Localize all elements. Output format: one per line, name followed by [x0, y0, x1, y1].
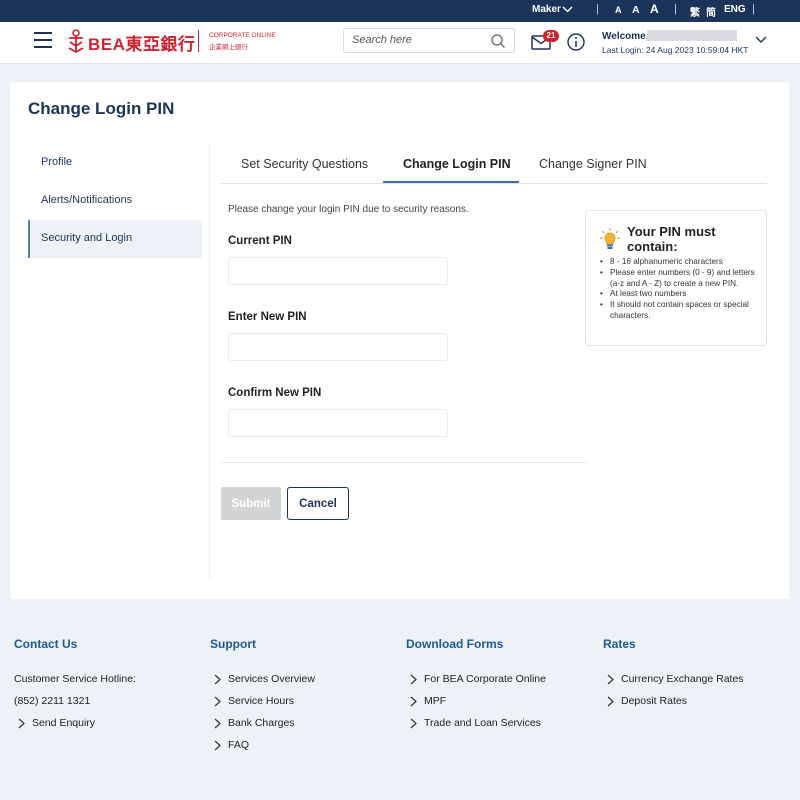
corporate-online-label-zh: 企業網上銀行	[209, 44, 248, 51]
footer-support-title: Support	[210, 637, 256, 651]
welcome-label: Welcome,	[602, 31, 649, 42]
pin-rule-item: 8 - 16 alphanumeric characters	[600, 257, 760, 268]
new-pin-input[interactable]	[229, 334, 447, 360]
confirm-pin-field-wrapper	[228, 409, 448, 437]
divider: |	[596, 3, 599, 15]
footer-rates-title: Rates	[603, 637, 636, 651]
divider: |	[674, 3, 677, 15]
search-box	[343, 28, 515, 53]
tab-change-login-pin[interactable]: Change Login PIN	[403, 157, 511, 171]
chevron-right-icon	[410, 718, 417, 729]
username-redacted	[647, 30, 737, 41]
search-input[interactable]	[352, 34, 487, 46]
mail-count-badge: 21	[543, 30, 559, 42]
new-pin-field-wrapper	[228, 333, 448, 361]
main-content-card: Change Login PIN Profile Alerts/Notifica…	[10, 82, 789, 599]
form-divider	[221, 462, 587, 463]
hotline-number[interactable]: (852) 2211 1321	[14, 695, 90, 707]
hotline-label: Customer Service Hotline:	[14, 673, 136, 685]
search-icon[interactable]	[490, 33, 506, 49]
cancel-button[interactable]: Cancel	[287, 487, 349, 520]
last-login-text: Last Login: 24 Aug 2023 10:59:04 HKT	[602, 45, 749, 55]
role-selector[interactable]: Maker	[532, 4, 561, 15]
chevron-right-icon	[18, 718, 25, 729]
lang-traditional-chinese[interactable]: 繁	[690, 4, 700, 19]
main-header: BEA東亞銀行 CORPORATE ONLINE 企業網上銀行 21 Welco…	[0, 22, 800, 64]
sidebar-item-alerts-notifications[interactable]: Alerts/Notifications	[28, 182, 202, 220]
lang-english[interactable]: ENG	[724, 4, 746, 15]
footer-download-forms-title: Download Forms	[406, 637, 504, 651]
lightbulb-icon	[600, 228, 620, 249]
services-overview-link[interactable]: Services Overview	[214, 673, 315, 685]
chevron-right-icon	[607, 674, 614, 685]
active-tab-indicator	[383, 181, 519, 183]
pin-rule-item: It should not contain spaces or special …	[600, 300, 760, 322]
current-pin-input[interactable]	[229, 258, 447, 284]
tab-set-security-questions[interactable]: Set Security Questions	[241, 157, 368, 171]
service-hours-link[interactable]: Service Hours	[214, 695, 294, 707]
page-title: Change Login PIN	[28, 99, 175, 118]
chevron-right-icon	[410, 696, 417, 707]
chevron-right-icon	[214, 718, 221, 729]
font-size-medium-button[interactable]: A	[632, 4, 640, 16]
bank-charges-link[interactable]: Bank Charges	[214, 717, 295, 729]
chevron-right-icon	[607, 696, 614, 707]
confirm-pin-input[interactable]	[229, 410, 447, 436]
bea-logo-text[interactable]: BEA東亞銀行	[88, 30, 195, 55]
trade-loan-services-form-link[interactable]: Trade and Loan Services	[410, 717, 541, 729]
new-pin-label: Enter New PIN	[228, 311, 307, 323]
footer-contact-title: Contact Us	[14, 637, 78, 651]
current-pin-label: Current PIN	[228, 235, 292, 247]
deposit-rates-link[interactable]: Deposit Rates	[607, 695, 687, 707]
bea-logo-icon[interactable]	[66, 28, 86, 54]
send-enquiry-link[interactable]: Send Enquiry	[18, 717, 95, 729]
hamburger-menu-icon[interactable]	[34, 32, 52, 48]
confirm-pin-label: Confirm New PIN	[228, 387, 322, 399]
pin-requirements-title: Your PIN must contain:	[627, 224, 716, 254]
bea-corporate-online-form-link[interactable]: For BEA Corporate Online	[410, 673, 546, 685]
current-pin-field-wrapper	[228, 257, 448, 285]
chevron-right-icon	[214, 740, 221, 751]
sidebar-item-profile[interactable]: Profile	[28, 144, 202, 182]
pin-rule-item: Please enter numbers (0 - 9) and letters…	[600, 268, 760, 290]
faq-link[interactable]: FAQ	[214, 739, 249, 751]
user-menu-chevron-down-icon[interactable]	[755, 36, 767, 44]
sidebar-item-security-and-login[interactable]: Security and Login	[28, 220, 202, 258]
currency-exchange-rates-link[interactable]: Currency Exchange Rates	[607, 673, 744, 685]
font-size-large-button[interactable]: A	[650, 2, 659, 16]
logo-divider	[198, 30, 199, 52]
submit-button[interactable]: Submit	[221, 487, 281, 520]
tab-change-signer-pin[interactable]: Change Signer PIN	[539, 157, 647, 171]
mpf-form-link[interactable]: MPF	[410, 695, 446, 707]
sidebar-divider	[209, 144, 210, 580]
info-icon[interactable]	[567, 33, 585, 51]
security-reason-message: Please change your login PIN due to secu…	[228, 204, 469, 215]
corporate-online-label: CORPORATE ONLINE	[209, 32, 276, 39]
pin-rule-item: At least two numbers	[600, 289, 760, 300]
chevron-right-icon	[410, 674, 417, 685]
lang-simplified-chinese[interactable]: 简	[706, 4, 716, 19]
pin-requirements-list: 8 - 16 alphanumeric characters Please en…	[600, 257, 760, 322]
chevron-right-icon	[214, 696, 221, 707]
font-size-small-button[interactable]: A	[615, 5, 622, 15]
tabs-baseline	[221, 183, 767, 184]
chevron-right-icon	[214, 674, 221, 685]
pin-requirements-box: Your PIN must contain: 8 - 16 alphanumer…	[585, 210, 767, 346]
top-utility-bar: Maker | A A A | 繁 简 ENG |	[0, 0, 800, 22]
role-chevron-down-icon[interactable]	[562, 6, 573, 13]
divider: |	[752, 3, 755, 15]
